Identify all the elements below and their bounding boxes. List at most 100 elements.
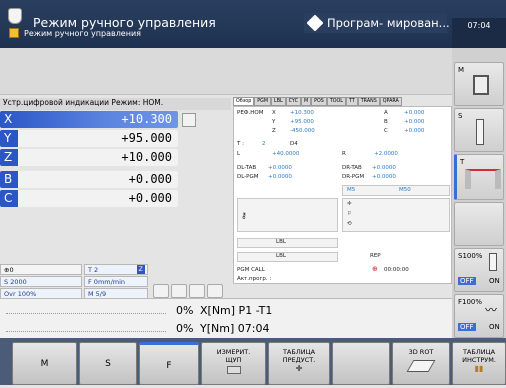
load-text-1: X[Nm] P1 -T1: [200, 304, 273, 317]
lbl-box-1: LBL: [237, 238, 338, 248]
dr-tab-value: +0.0000: [372, 165, 396, 171]
load-text-2: Y[Nm] 07:04: [200, 322, 270, 335]
ref-value: +0.000: [404, 110, 425, 116]
tab-lbl[interactable]: LBL: [271, 97, 286, 106]
rot3d-icon: [406, 360, 436, 372]
status-button-1[interactable]: [153, 284, 169, 298]
mode-title: Режим ручного управления: [33, 15, 216, 30]
preset-line-1: ТАБЛИЦА: [282, 348, 316, 356]
active-program-label: Акт.прогр. :: [237, 276, 272, 282]
lbl-label-1: LBL: [276, 239, 286, 245]
status-button-2[interactable]: [171, 284, 187, 298]
program-mode-tab[interactable]: Програм- мирован...: [304, 13, 450, 33]
tab-tool[interactable]: TOOL: [326, 97, 346, 106]
dl-tab-value: +0.0000: [268, 165, 292, 171]
axis-row-y[interactable]: Y +95.000: [0, 130, 178, 147]
kinematics-box: ⚷: [237, 198, 338, 232]
axis-label: C: [4, 191, 13, 205]
off-badge-2: OFF: [458, 323, 476, 331]
softkey-empty[interactable]: [332, 342, 390, 385]
softkey-s-label: S: [105, 359, 111, 369]
tab-overview[interactable]: Обзор: [233, 97, 255, 106]
key-icon: ⚷: [241, 211, 247, 220]
tool-axis-box: ⊕0: [0, 264, 82, 275]
ref-axis: Y: [272, 119, 276, 125]
axis-label: Z: [4, 150, 13, 164]
s-key-label: S: [458, 112, 463, 120]
ref-axis: B: [384, 119, 388, 125]
rotation-icon: ⟲: [347, 221, 352, 227]
spindle-icon: [476, 119, 484, 145]
softkey-bar: M S F ИЗМЕРИТ. ЩУП ТАБЛИЦА ПРЕДУСТ. ✛ 3D…: [0, 338, 506, 385]
m-key-label: M: [458, 66, 465, 74]
axis-label: B: [4, 172, 13, 186]
softkey-f[interactable]: F: [139, 342, 199, 385]
softkey-s[interactable]: S: [79, 342, 137, 385]
empty-right-key[interactable]: [454, 202, 504, 246]
status-button-3[interactable]: [189, 284, 205, 298]
tab-pos[interactable]: POS: [311, 97, 327, 106]
tab-tt[interactable]: TT: [345, 97, 358, 106]
axis-row-c[interactable]: C +0.000: [0, 190, 178, 207]
load-percent-1: 0%: [176, 304, 194, 317]
t-function-key[interactable]: T: [454, 154, 504, 200]
softkey-probe[interactable]: ИЗМЕРИТ. ЩУП: [201, 342, 266, 385]
right-softkey-column: M S T S100% OFF ON F100% 〰 OFF ON: [452, 48, 506, 338]
feed-override-key[interactable]: F100% 〰 OFF ON: [454, 294, 504, 338]
mirror-icon: ⚐: [347, 211, 352, 217]
timer-icon: ⊕: [372, 265, 378, 273]
m-machine-icon: [473, 75, 489, 95]
tool-number: 2: [262, 141, 266, 147]
machine-status-panel: ⊕0 T 2 Z S 2000 F 0mm/min Ovr 100% M 5/9: [0, 264, 231, 299]
softkey-3d-rot[interactable]: 3D ROT: [392, 342, 450, 385]
spindle-override-key[interactable]: S100% OFF ON: [454, 248, 504, 292]
dl-pgm-label: DL-PGM: [237, 174, 259, 180]
copy-position-icon[interactable]: [182, 113, 196, 127]
position-display-header: Устр.цифровой индикации Режим: НОМ.: [0, 98, 231, 110]
tab-trans[interactable]: TRANS: [357, 97, 380, 106]
ref-axis: X: [272, 110, 276, 116]
tab-pgm[interactable]: PGM: [254, 97, 272, 106]
program-mode-label: Програм- мирован...: [327, 16, 450, 30]
m-function-box: M5 M50: [342, 185, 450, 196]
status-button-4[interactable]: [207, 284, 223, 298]
l-value: +40.0000: [272, 151, 300, 157]
load-percent-2: 0%: [176, 322, 194, 335]
tab-qpara[interactable]: QPARA: [379, 97, 402, 106]
tool-label: T :: [237, 141, 244, 147]
softkey-tool-table[interactable]: ТАБЛИЦА ИНСТРУМ. ▮▮: [452, 342, 506, 385]
axis-row-x[interactable]: X +10.300: [0, 111, 178, 128]
axes-panel: X +10.300 Y +95.000 Z +10.000 B +0.000 C…: [0, 111, 231, 211]
axis-value: +0.000: [128, 191, 172, 205]
s100-label: S100%: [458, 252, 483, 260]
spindle-override-icon: [489, 253, 497, 271]
mode-subtitle: Режим ручного управления: [24, 29, 141, 38]
axis-value: +95.000: [121, 131, 172, 145]
transform-box: ✛ ⚐ ⟲: [342, 198, 450, 232]
s-function-key[interactable]: S: [454, 108, 504, 152]
tab-cyc[interactable]: CYC: [285, 97, 301, 106]
z-badge: Z: [136, 265, 145, 274]
dl-pgm-value: +0.0000: [268, 174, 292, 180]
tooltab-line-1: ТАБЛИЦА: [462, 348, 496, 356]
rot3d-label: 3D ROT: [408, 348, 434, 356]
ref-value: +10.300: [290, 110, 314, 116]
tab-m[interactable]: M: [300, 97, 312, 106]
probe-line-2: ЩУП: [225, 356, 242, 364]
axis-row-z[interactable]: Z +10.000: [0, 149, 178, 166]
on-label-1: ON: [489, 277, 500, 285]
load-status-area: 0% X[Nm] P1 -T1 0% Y[Nm] 07:04: [0, 298, 452, 338]
tool-change-icon: [465, 169, 501, 189]
m-function-key[interactable]: M: [454, 62, 504, 106]
lbl-label-2: LBL: [276, 253, 286, 259]
probe-icon: [226, 366, 241, 374]
ref-value: +95.000: [290, 119, 314, 125]
dr-tab-label: DR-TAB: [342, 165, 362, 171]
softkey-preset-table[interactable]: ТАБЛИЦА ПРЕДУСТ. ✛: [268, 342, 330, 385]
tool-table-icon: ▮▮: [474, 364, 484, 373]
softkey-m[interactable]: M: [12, 342, 77, 385]
dl-tab-label: DL-TAB: [237, 165, 257, 171]
top-message-area: [0, 48, 452, 95]
axis-row-b[interactable]: B +0.000: [0, 171, 178, 188]
load-bar-2: [6, 324, 166, 332]
